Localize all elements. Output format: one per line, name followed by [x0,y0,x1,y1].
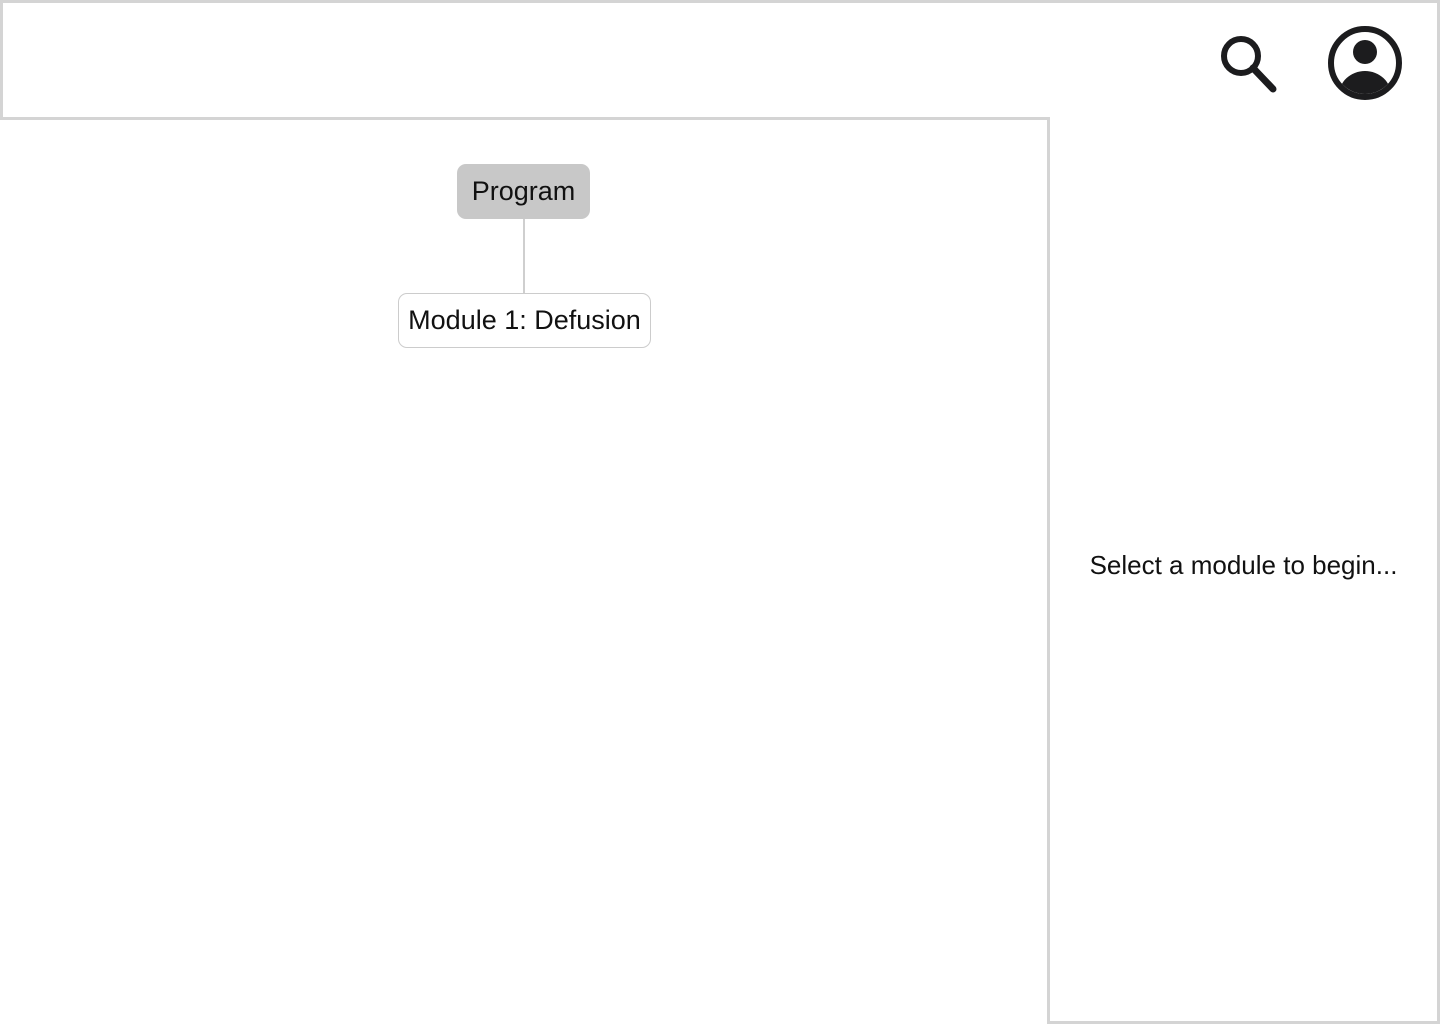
top-bar [0,0,1440,120]
search-icon [1221,36,1277,93]
module-node[interactable]: Module 1: Defusion [398,293,651,348]
search-button[interactable] [1211,27,1283,99]
module-node-label: Module 1: Defusion [408,305,641,335]
account-circle-icon [1328,26,1402,100]
empty-state-hint: Select a module to begin... [1089,550,1398,580]
module-tree-canvas: Program Module 1: Defusion [0,120,1048,1024]
module-detail-panel: Select a module to begin... [1047,117,1440,1024]
program-node-label: Program [471,176,576,206]
account-button[interactable] [1323,21,1407,105]
tree-connector [523,218,525,293]
program-node[interactable]: Program [457,164,590,219]
